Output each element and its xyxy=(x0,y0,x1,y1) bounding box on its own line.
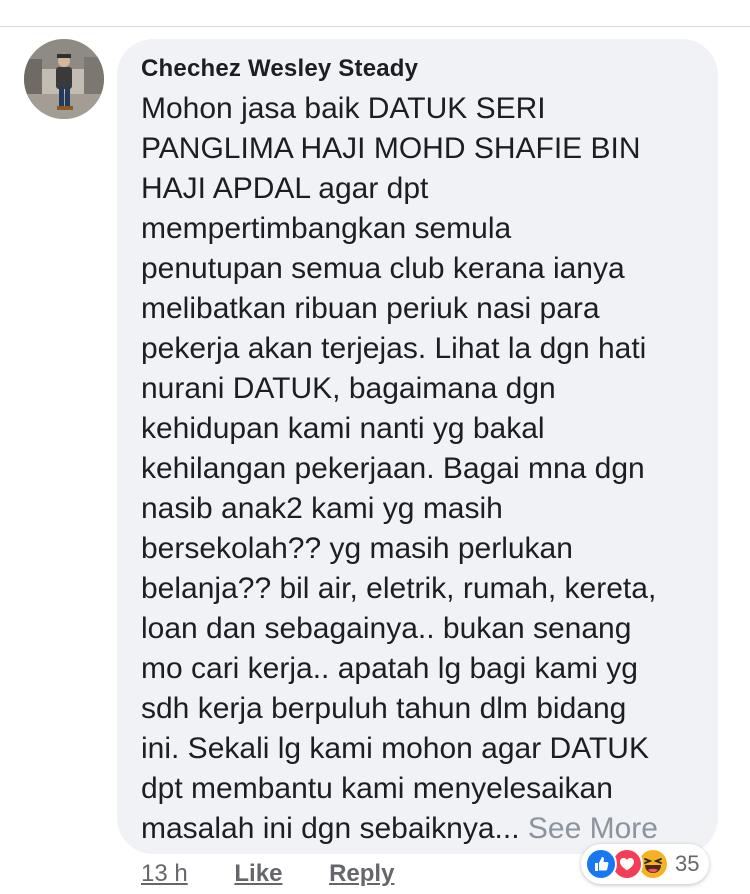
comment-last-line: masalah ini dgn sebaiknya... See More xyxy=(141,809,706,849)
comment-line: PANGLIMA HAJI MOHD SHAFIE BIN xyxy=(141,132,641,165)
comment-body: Mohon jasa baik DATUK SERI PANGLIMA HAJI… xyxy=(141,89,706,849)
comment-line: belanja?? bil air, eletrik, rumah, keret… xyxy=(141,572,657,605)
avatar-photo xyxy=(24,39,104,119)
comment-line: mo cari kerja.. apatah lg bagi kami yg xyxy=(141,652,638,685)
reactions-count: 35 xyxy=(675,851,700,876)
reply-button[interactable]: Reply xyxy=(329,860,394,887)
comment-line: kehilangan pekerjaan. Bagai mna dgn xyxy=(141,452,645,485)
comment-line: kehidupan kami nanti yg bakal xyxy=(141,412,545,445)
comment-line: ini. Sekali lg kami mohon agar DATUK xyxy=(141,732,649,765)
comment-line: nurani DATUK, bagaimana dgn xyxy=(141,372,556,405)
comment-line: pekerja akan terjejas. Lihat la dgn hati xyxy=(141,332,647,365)
comment-actions: 13 h Like Reply xyxy=(141,859,394,889)
comment-line: sdh kerja berpuluh tahun dlm bidang xyxy=(141,692,627,725)
see-more-link[interactable]: See More xyxy=(528,812,658,845)
comment-line: bersekolah?? yg masih perlukan xyxy=(141,532,573,565)
comment-line: dpt membantu kami menyelesaikan xyxy=(141,772,613,805)
comment-line: mempertimbangkan semula xyxy=(141,212,512,245)
comment: Chechez Wesley Steady Mohon jasa baik DA… xyxy=(0,0,750,894)
comment-author[interactable]: Chechez Wesley Steady xyxy=(141,55,418,83)
comment-line: loan dan sebagainya.. bukan senang xyxy=(141,612,632,645)
comment-line: Mohon jasa baik DATUK SERI xyxy=(141,92,546,125)
comment-line: HAJI APDAL agar dpt xyxy=(141,172,429,205)
like-icon xyxy=(585,848,617,880)
like-button[interactable]: Like xyxy=(234,860,282,887)
reactions-summary[interactable]: 35 xyxy=(581,844,710,884)
avatar[interactable] xyxy=(24,39,104,119)
comment-line: nasib anak2 kami yg masih xyxy=(141,492,503,525)
comment-line: penutupan semua club kerana ianya xyxy=(141,252,625,285)
comment-line: melibatkan ribuan periuk nasi para xyxy=(141,292,600,325)
comment-line-text: masalah ini dgn sebaiknya... xyxy=(141,812,520,845)
timestamp-link[interactable]: 13 h xyxy=(141,860,188,887)
